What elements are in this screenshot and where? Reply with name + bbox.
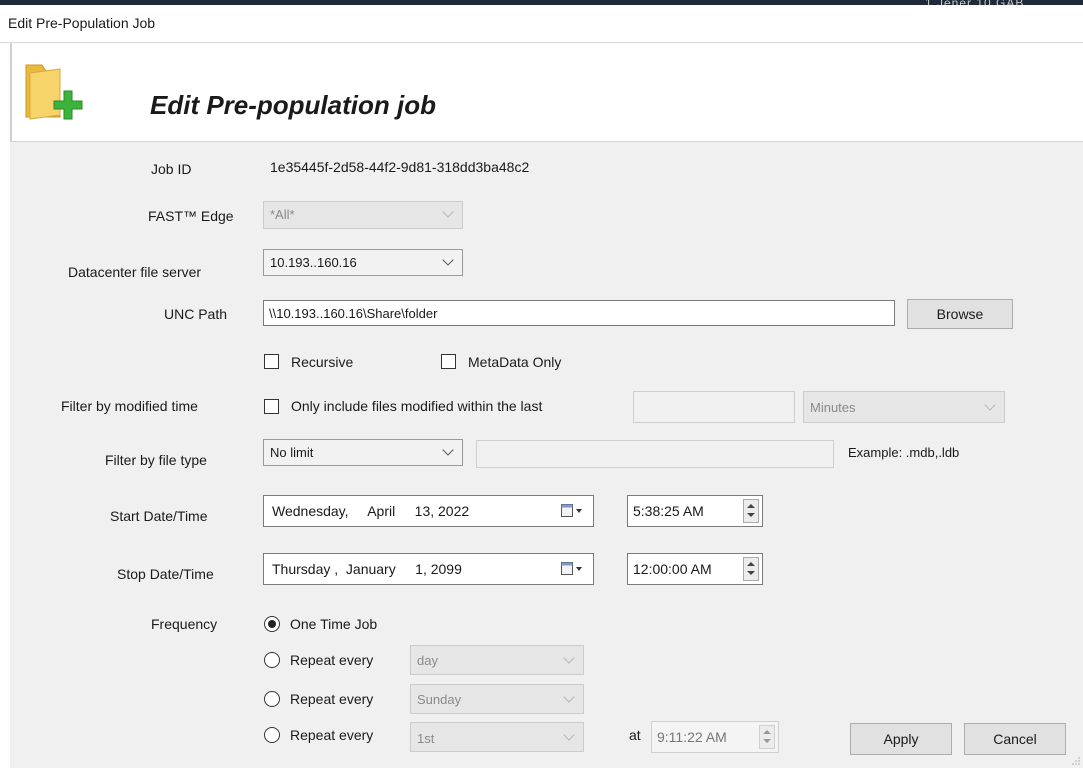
start-time-value: 5:38:25 AM — [633, 503, 704, 519]
one-time-radio[interactable] — [264, 616, 280, 632]
edge-select-value: *All* — [270, 207, 295, 222]
filter-time-label: Filter by modified time — [61, 398, 198, 414]
stop-time-value: 12:00:00 AM — [633, 561, 712, 577]
filter-time-amount-input[interactable] — [633, 391, 795, 423]
one-time-label: One Time Job — [290, 616, 378, 632]
apply-button[interactable]: Apply — [850, 723, 952, 755]
stop-datetime-label: Stop Date/Time — [117, 566, 214, 582]
filter-time-checkbox[interactable] — [264, 399, 279, 414]
repeat-time-value: 9:11:22 AM — [657, 729, 727, 745]
window-title: Edit Pre-Population Job — [8, 15, 156, 31]
edge-select[interactable]: *All* — [263, 201, 463, 229]
file-extension-input[interactable] — [476, 440, 834, 468]
page-title: Edit Pre-population job — [150, 90, 436, 120]
chevron-down-icon — [563, 729, 575, 741]
filter-time-unit-value: Minutes — [810, 400, 856, 415]
repeat-weekly-value: Sunday — [417, 692, 462, 707]
stop-date-value: Thursday , January 1, 2099 — [272, 561, 462, 577]
header-left-border — [10, 43, 12, 141]
chevron-down-icon — [442, 254, 454, 266]
start-time-spin-buttons[interactable] — [743, 499, 759, 523]
filter-type-select[interactable]: No limit — [263, 439, 463, 466]
window-titlebar[interactable]: Edit Pre-Population Job — [0, 5, 1083, 43]
chevron-down-icon — [984, 399, 996, 411]
filter-type-value: No limit — [270, 445, 314, 460]
repeat-time-spinner[interactable]: 9:11:22 AM — [651, 721, 779, 753]
repeat-daily-radio[interactable] — [264, 652, 280, 668]
repeat-weekly-label: Repeat every — [290, 691, 374, 707]
job-id-value: 1e35445f-2d58-44f2-9d81-318dd3ba48c2 — [270, 159, 530, 175]
start-time-spinner[interactable]: 5:38:25 AM — [627, 495, 763, 527]
server-select[interactable]: 10.193..160.16 — [263, 249, 463, 276]
repeat-daily-label: Repeat every — [290, 652, 374, 668]
repeat-monthly-radio[interactable] — [264, 727, 280, 743]
filter-type-label: Filter by file type — [105, 452, 207, 468]
cancel-button[interactable]: Cancel — [964, 723, 1066, 755]
repeat-time-spin-buttons[interactable] — [759, 725, 775, 749]
browse-button[interactable]: Browse — [907, 299, 1013, 329]
metadata-only-checkbox[interactable] — [441, 354, 456, 369]
start-datetime-label: Start Date/Time — [110, 508, 208, 524]
chevron-down-icon — [563, 691, 575, 703]
recursive-label: Recursive — [291, 354, 354, 370]
unc-label: UNC Path — [164, 306, 228, 322]
file-type-example: Example: .mdb,.ldb — [848, 445, 960, 460]
repeat-weekly-radio[interactable] — [264, 691, 280, 707]
repeat-monthly-label: Repeat every — [290, 727, 374, 743]
server-select-value: 10.193..160.16 — [270, 255, 357, 270]
repeat-daily-value: day — [417, 653, 438, 668]
resize-grip-icon[interactable] — [1071, 756, 1081, 766]
calendar-icon — [561, 562, 582, 575]
filter-time-checkbox-label: Only include files modified within the l… — [291, 398, 543, 414]
edge-label: FAST™ Edge — [148, 208, 234, 224]
server-label: Datacenter file server — [68, 264, 202, 280]
repeat-weekly-select[interactable]: Sunday — [410, 684, 584, 714]
stop-time-spinner[interactable]: 12:00:00 AM — [627, 553, 763, 585]
unc-path-input[interactable]: \\10.193..160.16\Share\folder — [263, 300, 895, 326]
recursive-checkbox[interactable] — [264, 354, 279, 369]
repeat-monthly-select[interactable]: 1st — [410, 722, 584, 752]
start-date-picker[interactable]: Wednesday, April 13, 2022 — [263, 495, 594, 527]
chevron-down-icon — [442, 444, 454, 456]
repeat-monthly-value: 1st — [417, 731, 435, 746]
metadata-only-label: MetaData Only — [468, 354, 562, 370]
folder-add-icon — [25, 64, 83, 120]
chevron-down-icon — [442, 206, 454, 218]
job-id-label: Job ID — [151, 161, 192, 177]
chevron-down-icon — [563, 652, 575, 664]
filter-time-unit-select[interactable]: Minutes — [803, 391, 1005, 423]
stop-time-spin-buttons[interactable] — [743, 557, 759, 581]
at-label: at — [629, 727, 641, 743]
unc-path-value: \\10.193..160.16\Share\folder — [269, 306, 438, 321]
calendar-icon — [561, 504, 582, 517]
frequency-label: Frequency — [151, 616, 218, 632]
repeat-daily-select[interactable]: day — [410, 645, 584, 675]
start-date-value: Wednesday, April 13, 2022 — [272, 503, 470, 519]
stop-date-picker[interactable]: Thursday , January 1, 2099 — [263, 553, 594, 585]
